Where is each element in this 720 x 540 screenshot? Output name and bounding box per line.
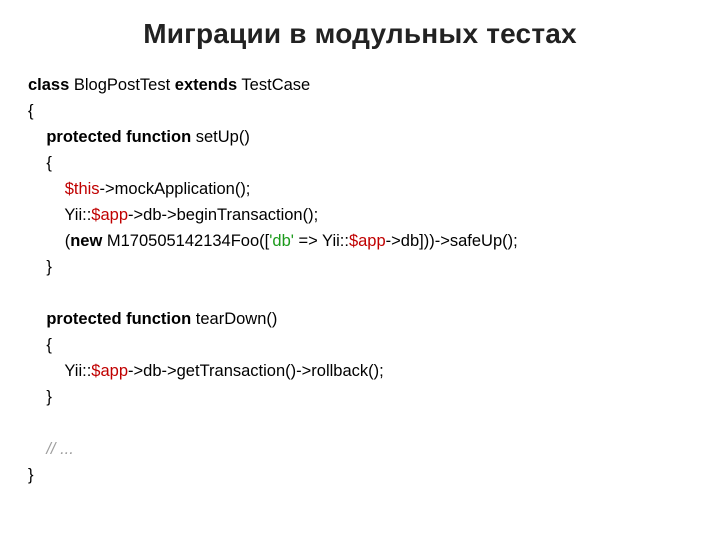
teardown-sig: tearDown()	[191, 310, 277, 328]
code-block: class BlogPostTest extends TestCase { pr…	[28, 72, 692, 488]
setup-sig: setUp()	[191, 128, 250, 146]
yii-app-1-pre: Yii::	[64, 206, 91, 224]
slide-title: Миграции в модульных тестах	[28, 18, 692, 50]
extends-name: TestCase	[237, 76, 310, 94]
brace-close: }	[28, 466, 34, 484]
db-key: 'db'	[269, 232, 294, 250]
yii-app-3-var: $app	[91, 362, 128, 380]
kw-protected-function-1: protected function	[46, 128, 191, 146]
yii-app-3-pre: Yii::	[64, 362, 91, 380]
teardown-brace-open: {	[46, 336, 52, 354]
slide: Миграции в модульных тестах class BlogPo…	[0, 0, 720, 540]
kw-class: class	[28, 76, 69, 94]
comment: // ...	[46, 440, 74, 458]
new-mid1: M170505142134Foo([	[102, 232, 269, 250]
brace-open: {	[28, 102, 34, 120]
class-name: BlogPostTest	[69, 76, 174, 94]
yii-app-1-rest: ->db->beginTransaction();	[128, 206, 318, 224]
new-mid2: => Yii::	[294, 232, 349, 250]
this-var: $this	[65, 180, 100, 198]
new-rest: ->db]))->safeUp();	[386, 232, 518, 250]
setup-brace-open: {	[46, 154, 52, 172]
yii-app-1-var: $app	[91, 206, 128, 224]
kw-protected-function-2: protected function	[46, 310, 191, 328]
this-rest: ->mockApplication();	[100, 180, 251, 198]
yii-app-3-rest: ->db->getTransaction()->rollback();	[128, 362, 384, 380]
setup-brace-close: }	[46, 258, 52, 276]
yii-app-2-var: $app	[349, 232, 386, 250]
kw-extends: extends	[175, 76, 237, 94]
kw-new: new	[70, 232, 102, 250]
teardown-brace-close: }	[46, 388, 52, 406]
